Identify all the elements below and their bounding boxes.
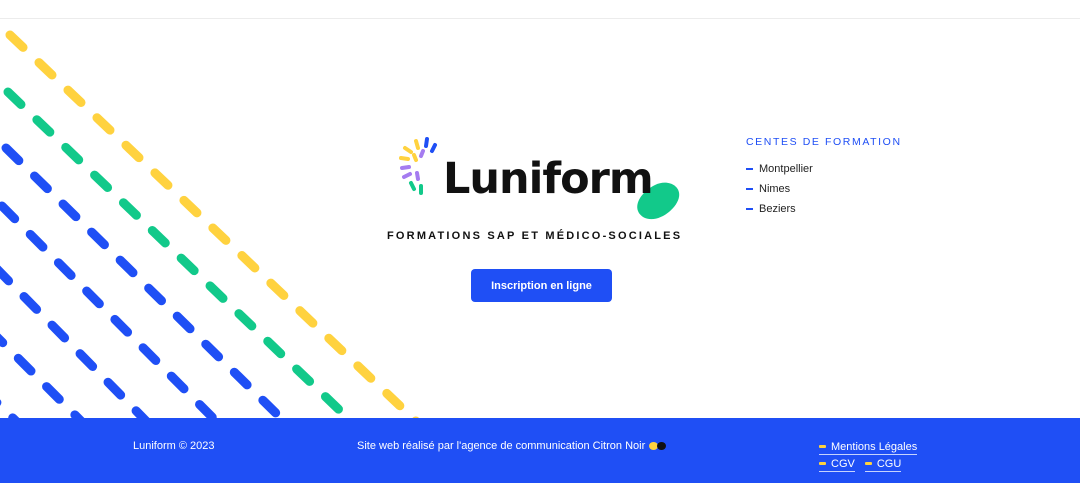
centres-title: CENTES DE FORMATION — [746, 136, 902, 148]
agency-credit: Site web réalisé par l'agence de communi… — [357, 440, 667, 452]
list-item: Beziers — [746, 199, 902, 219]
dash-icon — [864, 462, 872, 465]
brand-name: Luniform — [443, 154, 654, 204]
legal-notice-link[interactable]: Mentions Légales — [819, 440, 918, 455]
cgu-link[interactable]: CGU — [864, 457, 902, 472]
list-item: Nimes — [746, 179, 902, 199]
list-item: Montpellier — [746, 159, 902, 179]
centre-label: Montpellier — [759, 163, 813, 175]
centre-label: Beziers — [759, 203, 796, 215]
brand-block: Luniform FORMATIONS SAP ET MÉDICO-SOCIAL… — [385, 130, 705, 250]
dash-icon — [819, 462, 826, 465]
cgv-link[interactable]: CGV — [819, 458, 855, 472]
copyright: Luniform © 2023 — [133, 440, 215, 452]
footer: Luniform © 2023 Site web réalisé par l'a… — [0, 418, 1080, 483]
brand-tagline: FORMATIONS SAP ET MÉDICO-SOCIALES — [387, 230, 683, 242]
dash-icon — [746, 168, 753, 170]
link-label: CGU — [876, 457, 902, 470]
stripe-yellow — [5, 30, 420, 418]
centre-label: Nimes — [759, 183, 791, 195]
legal-links: Mentions Légales CGV CGU — [819, 439, 918, 472]
stripe-blue-3 — [0, 265, 150, 418]
luniform-logo-icon — [399, 137, 437, 195]
stripe-blue-1 — [1, 143, 288, 418]
dash-icon — [746, 208, 753, 210]
stripe-green — [3, 87, 355, 418]
stripe-blue-4 — [0, 333, 85, 418]
dash-icon — [746, 188, 753, 190]
link-label: CGV — [831, 457, 855, 470]
decorative-stripes — [0, 0, 430, 418]
citron-noir-emoji-icon — [649, 441, 667, 451]
centres-list: Montpellier Nimes Beziers — [746, 159, 902, 219]
online-registration-button[interactable]: Inscription en ligne — [471, 269, 612, 302]
dash-icon — [819, 445, 826, 448]
credit-text[interactable]: Site web réalisé par l'agence de communi… — [357, 440, 645, 452]
stripe-blue-5 — [0, 399, 20, 418]
training-centres: CENTES DE FORMATION Montpellier Nimes Be… — [746, 136, 902, 219]
link-label: Mentions Légales — [831, 440, 918, 453]
